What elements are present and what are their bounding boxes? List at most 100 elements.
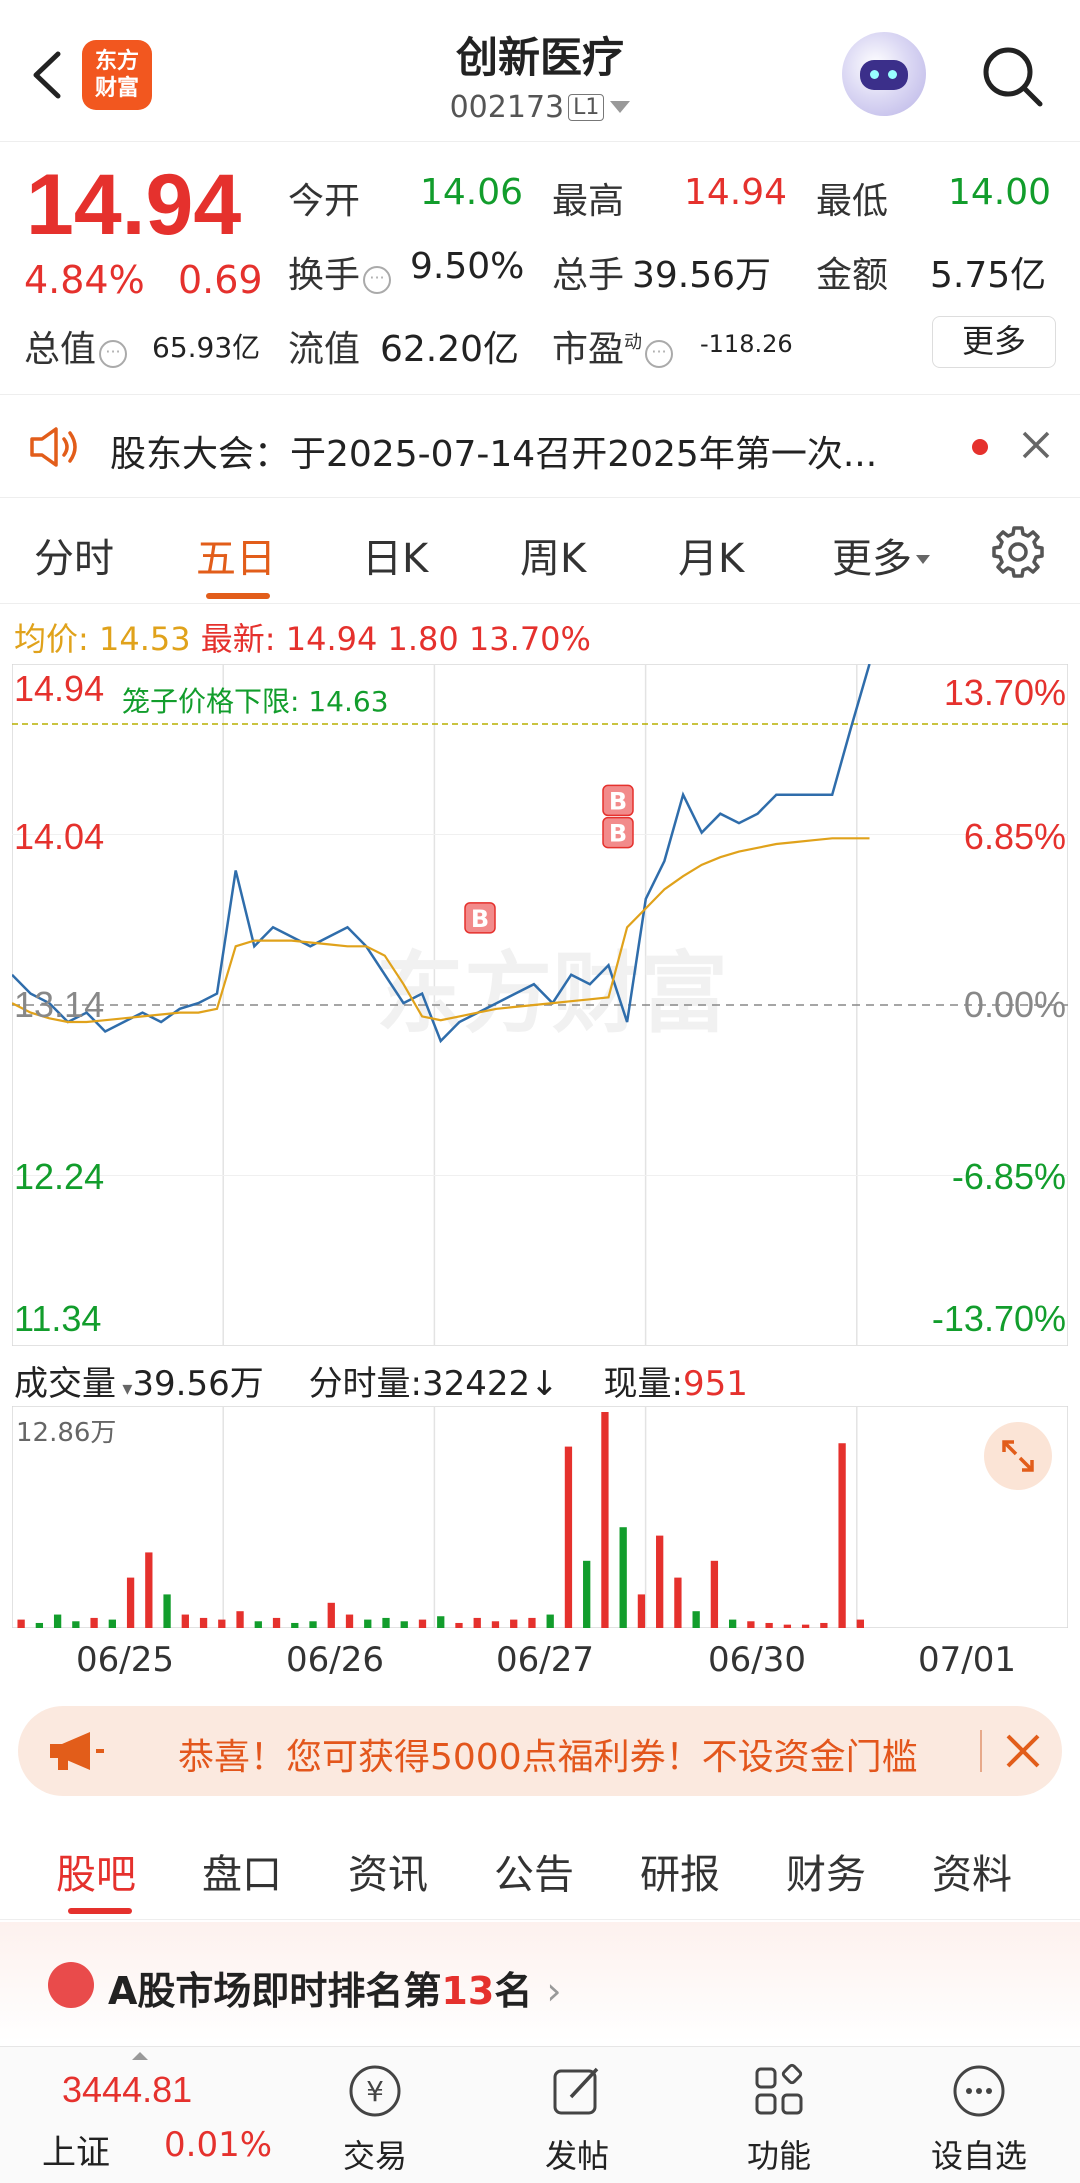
tab-monthly-k[interactable]: 月K (678, 526, 744, 584)
tab-intraday[interactable]: 分时 (34, 526, 114, 584)
index-change: 0.01% (164, 2125, 273, 2165)
tab-announcements[interactable]: 公告 (494, 1842, 574, 1900)
chevron-right-icon: › (546, 1969, 562, 2013)
volume-bar (382, 1617, 390, 1628)
ranking-row[interactable]: A股市场即时排名第13名 › (0, 1922, 1080, 2042)
volume-bar (418, 1619, 427, 1628)
tab-guba[interactable]: 股吧 (56, 1842, 136, 1900)
svg-text:¥: ¥ (366, 2075, 384, 2108)
pe-label: 市盈动 ··· (552, 320, 674, 372)
volume-bar (53, 1614, 62, 1628)
turnover-value: 9.50% (410, 246, 525, 287)
buy-marker-label: B (609, 820, 627, 848)
expand-button[interactable] (984, 1422, 1052, 1490)
info-tabs: 股吧 盘口 资讯 公告 研报 财务 资料 (0, 1816, 1080, 1920)
tab-news[interactable]: 资讯 (348, 1842, 428, 1900)
volume-bar (236, 1611, 244, 1628)
tab-weekly-k[interactable]: 周K (520, 526, 586, 584)
volume-bar (126, 1577, 135, 1628)
more-quote-button[interactable]: 更多 (932, 316, 1056, 368)
cage-label: 笼子价格下限: 14.63 (122, 685, 389, 718)
volume-bar (437, 1616, 445, 1628)
volume-bar (364, 1619, 372, 1628)
index-name: 上证 (42, 2133, 110, 2173)
volume-value: 39.56万 (632, 255, 772, 296)
float-label: 流值 (288, 329, 361, 370)
volume-label: 总手 (552, 255, 625, 296)
volume-bar (455, 1622, 463, 1628)
tab-daily-k[interactable]: 日K (362, 526, 428, 584)
close-icon[interactable] (1016, 425, 1056, 465)
intraday-price-chart[interactable]: 东方财富 BBB (12, 664, 1068, 1346)
volume-selector[interactable]: 成交量 ▾ (14, 1364, 132, 1404)
y-tick-right-1: 6.85% (963, 816, 1066, 857)
volume-bar (327, 1602, 335, 1628)
info-icon[interactable]: ··· (99, 340, 128, 368)
chevron-down-icon (610, 101, 631, 113)
edit-icon (553, 2067, 599, 2115)
search-icon[interactable] (976, 40, 1048, 112)
volume-bar (583, 1560, 591, 1628)
volume-bar (820, 1622, 828, 1628)
robot-assistant-icon[interactable] (842, 32, 926, 116)
low-value: 14.00 (948, 172, 1052, 213)
ranking-icon (48, 1962, 94, 2008)
tab-profile[interactable]: 资料 (932, 1842, 1012, 1900)
volume-bar (528, 1617, 536, 1628)
trade-icon: ¥ (349, 2065, 401, 2117)
caret-up-icon (130, 2047, 150, 2060)
volume-bar (145, 1552, 153, 1628)
tab-research[interactable]: 研报 (640, 1842, 720, 1900)
y-tick-right-0: 13.70% (943, 672, 1066, 713)
float-value: 62.20亿 (380, 329, 520, 370)
volume-max-label: 12.86万 (16, 1418, 117, 1448)
gear-icon[interactable] (990, 524, 1046, 580)
active-tab-indicator (68, 1908, 132, 1914)
grid-icon (755, 2063, 803, 2115)
tab-five-day[interactable]: 五日 (196, 526, 276, 584)
volume-bar (108, 1619, 116, 1628)
volume-header: 成交量 ▾39.56万 分时量:32422↓ 现量:951 (14, 1356, 748, 1405)
tab-pankou[interactable]: 盘口 (202, 1842, 282, 1900)
mktcap-value: 65.93亿 (152, 331, 261, 364)
info-icon[interactable]: ··· (363, 266, 392, 294)
y-tick-left-0: 14.94 (14, 668, 105, 709)
volume-bar (710, 1560, 719, 1628)
volume-total: 39.56万 (132, 1364, 264, 1404)
volume-bar (838, 1443, 846, 1628)
current-volume-value: 951 (682, 1364, 748, 1404)
y-tick-left-1: 14.04 (14, 816, 105, 857)
pe-value: -118.26 (700, 330, 793, 358)
volume-bar (728, 1619, 737, 1628)
index-value[interactable]: 3444.81 (62, 2069, 192, 2111)
active-tab-indicator (206, 593, 270, 599)
promo-banner[interactable]: 恭喜！您可获得5000点福利券！不设资金门槛 (18, 1706, 1062, 1796)
volume-bar (601, 1412, 609, 1628)
amount-label: 金额 (816, 255, 889, 296)
low-label: 最低 (816, 181, 889, 222)
unread-dot (972, 439, 988, 455)
info-icon[interactable]: ··· (645, 340, 674, 368)
change-amount: 0.69 (178, 258, 263, 302)
volume-bar (619, 1527, 627, 1628)
volume-chart[interactable] (12, 1406, 1068, 1628)
y-tick-left-4: 11.34 (14, 1298, 102, 1339)
avg-value: 14.53 (98, 620, 191, 658)
divider (980, 1730, 982, 1772)
latest-change-pct: 13.70% (468, 620, 591, 658)
level-badge: L1 (568, 94, 605, 121)
last-price: 14.94 (26, 157, 242, 253)
bottom-bar: 3444.81 上证 0.01% ¥ 交易 发帖 功能 设自选 (0, 2046, 1080, 2183)
ranking-text: A股市场即时排名第13名 › (108, 1969, 562, 2013)
tab-more[interactable]: 更多 (832, 526, 930, 584)
volume-bar (345, 1614, 354, 1628)
date-label: 06/26 (286, 1640, 384, 1680)
notice-bar[interactable]: 股东大会：于2025-07-14召开2025年第一次... (0, 394, 1080, 498)
latest-change: 1.80 (387, 620, 459, 658)
date-label: 06/30 (708, 1640, 806, 1680)
tab-finance[interactable]: 财务 (786, 1842, 866, 1900)
close-icon[interactable] (1002, 1730, 1044, 1772)
volume-bar (400, 1621, 408, 1628)
volume-bar (637, 1594, 646, 1628)
volume-bar (90, 1617, 98, 1628)
